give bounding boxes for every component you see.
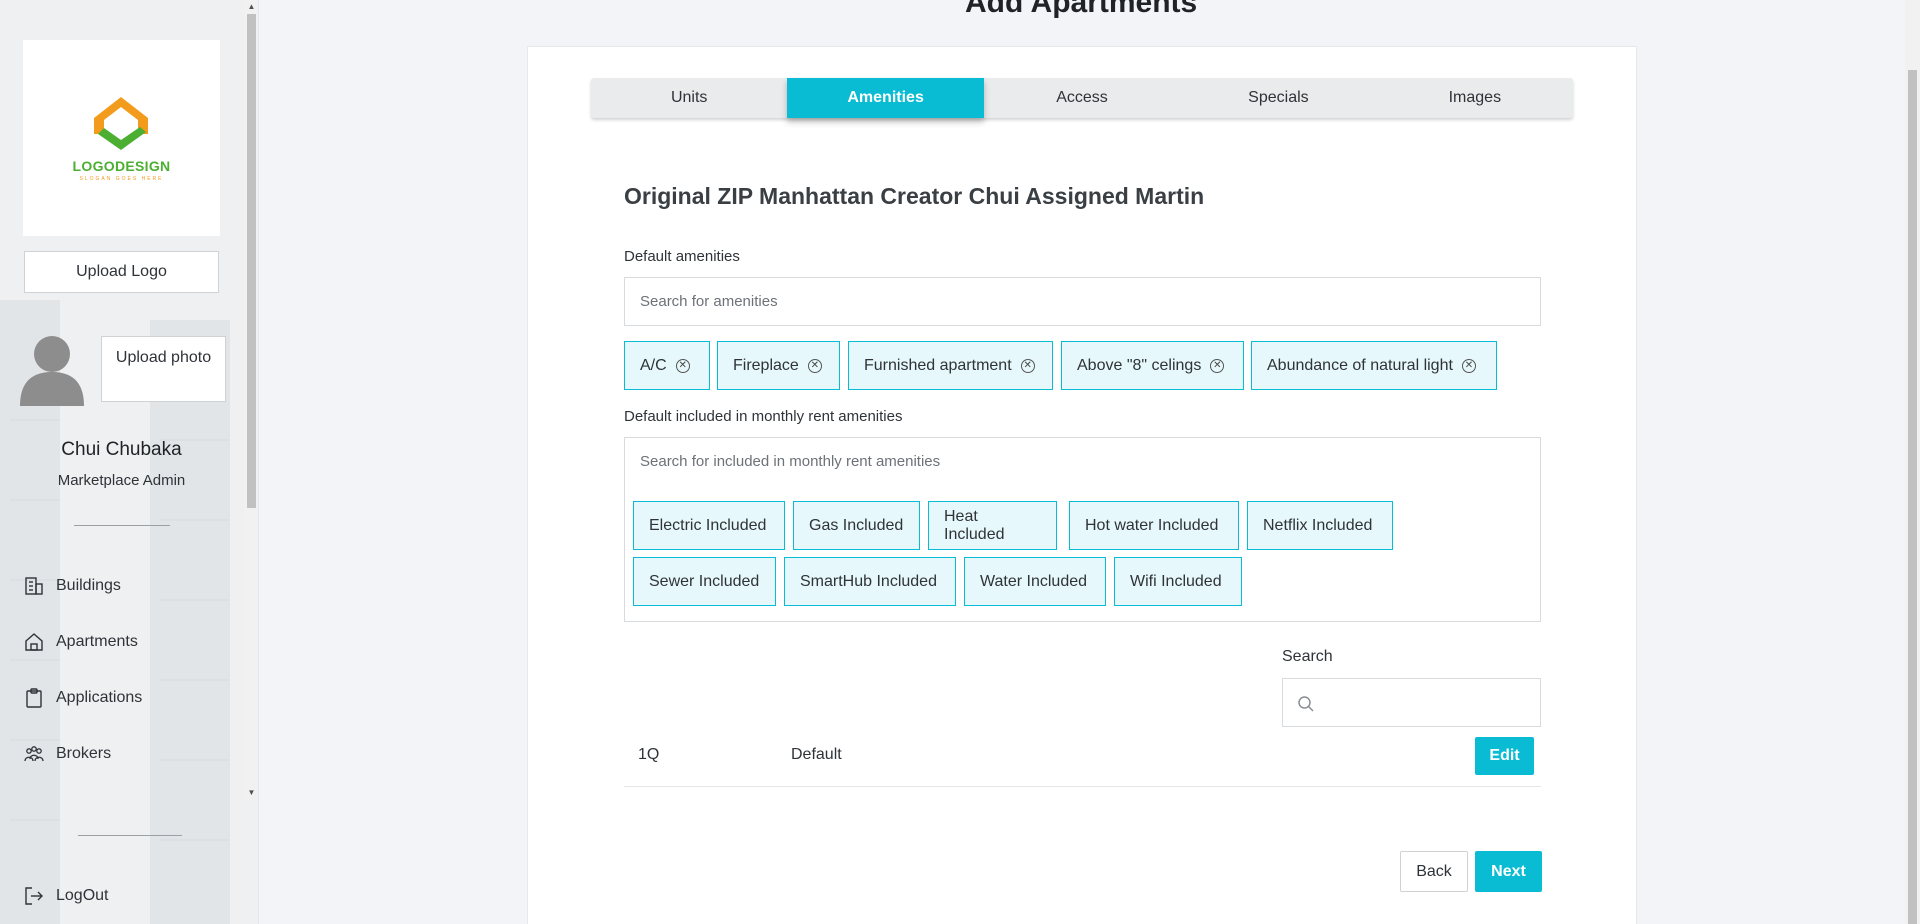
amenity-chip: Fireplace ✕ <box>717 341 840 390</box>
divider <box>78 835 182 836</box>
main-scrollbar[interactable] <box>1905 0 1920 924</box>
type-cell: Default <box>791 746 842 763</box>
logout-label: LogOut <box>56 887 109 904</box>
remove-chip-icon[interactable]: ✕ <box>1461 358 1476 373</box>
nav-label: Applications <box>56 689 143 706</box>
nav-label: Brokers <box>56 745 112 762</box>
scrollbar-thumb[interactable] <box>247 14 256 508</box>
chip-label: Netflix Included <box>1263 516 1373 534</box>
scroll-down-arrow-icon[interactable]: ▼ <box>244 786 258 800</box>
edit-button[interactable]: Edit <box>1475 737 1534 775</box>
remove-chip-icon[interactable]: ✕ <box>807 358 822 373</box>
chip-label: Heat Included <box>944 507 1005 543</box>
tab-access[interactable]: Access <box>984 78 1180 118</box>
chip-label: Gas Included <box>809 516 904 534</box>
logo-box: LOGODESIGN SLOGAN GOES HERE <box>23 40 220 236</box>
chip-label: A/C <box>640 356 667 374</box>
remove-chip-icon[interactable]: ✕ <box>1210 358 1225 373</box>
amenity-chip: Furnished apartment ✕ <box>848 341 1053 390</box>
chip-label: Sewer Included <box>649 572 760 590</box>
home-icon <box>25 633 43 651</box>
scroll-up-arrow-icon[interactable]: ▲ <box>244 0 258 14</box>
tab-specials[interactable]: Specials <box>1180 78 1376 118</box>
divider <box>74 525 170 526</box>
nav-item-brokers[interactable]: Brokers <box>24 740 111 768</box>
included-chip[interactable]: Hot water Included <box>1069 501 1239 550</box>
building-icon <box>25 577 43 595</box>
section-title: Original ZIP Manhattan Creator Chui Assi… <box>624 183 1205 209</box>
page-title: Add Apartments <box>965 0 1198 19</box>
included-amenities-search-input[interactable]: Search for included in monthly rent amen… <box>624 437 1541 486</box>
amenity-chip: Above "8" celings ✕ <box>1061 341 1244 390</box>
sidebar: LOGODESIGN SLOGAN GOES HERE Upload Logo … <box>0 0 259 924</box>
included-chip[interactable]: Sewer Included <box>633 557 776 606</box>
remove-chip-icon[interactable]: ✕ <box>1020 358 1035 373</box>
included-chip[interactable]: SmartHub Included <box>784 557 956 606</box>
upload-photo-button[interactable]: Upload photo <box>101 336 226 402</box>
clipboard-icon <box>26 688 42 708</box>
included-chip[interactable]: Electric Included <box>633 501 785 550</box>
upload-logo-button[interactable]: Upload Logo <box>24 251 219 293</box>
included-amenities-label: Default included in monthly rent ameniti… <box>624 408 903 425</box>
chip-label: Above "8" celings <box>1077 356 1202 374</box>
amenity-chip: Abundance of natural light ✕ <box>1251 341 1497 390</box>
chip-label: Wifi Included <box>1130 572 1222 590</box>
tab-bar: Units Amenities Access Specials Images <box>591 78 1573 118</box>
logout-button[interactable]: LogOut <box>24 882 108 910</box>
logo-slogan: SLOGAN GOES HERE <box>79 176 164 182</box>
chip-label: Furnished apartment <box>864 356 1012 374</box>
tab-amenities[interactable]: Amenities <box>787 78 984 118</box>
avatar <box>20 336 84 406</box>
search-input[interactable] <box>1282 678 1541 727</box>
nav-label: Buildings <box>56 577 121 594</box>
search-icon <box>1298 696 1314 712</box>
nav-label: Apartments <box>56 633 138 650</box>
chip-label: SmartHub Included <box>800 572 937 590</box>
nav-item-applications[interactable]: Applications <box>24 684 142 712</box>
amenity-chip: A/C ✕ <box>624 341 710 390</box>
chip-label: Water Included <box>980 572 1088 590</box>
back-button[interactable]: Back <box>1400 851 1468 892</box>
next-button[interactable]: Next <box>1475 851 1542 892</box>
default-amenities-label: Default amenities <box>624 248 740 265</box>
table-row-divider <box>624 786 1541 787</box>
remove-chip-icon[interactable]: ✕ <box>675 358 690 373</box>
people-icon <box>24 746 44 762</box>
logout-icon <box>25 887 43 905</box>
nav-item-apartments[interactable]: Apartments <box>24 628 138 656</box>
chip-label: Abundance of natural light <box>1267 356 1453 374</box>
logo-text: LOGODESIGN <box>72 158 171 174</box>
included-chip[interactable]: Wifi Included <box>1114 557 1242 606</box>
included-chip[interactable]: Netflix Included <box>1247 501 1393 550</box>
unit-cell: 1Q <box>638 746 660 763</box>
search-label: Search <box>1282 648 1333 665</box>
tab-images[interactable]: Images <box>1377 78 1573 118</box>
user-name: Chui Chubaka <box>61 439 182 460</box>
scrollbar-thumb[interactable] <box>1908 70 1917 924</box>
amenities-search-input[interactable]: Search for amenities <box>624 277 1541 326</box>
chip-label: Fireplace <box>733 356 799 374</box>
house-logo-icon <box>94 97 148 150</box>
tab-units[interactable]: Units <box>591 78 787 118</box>
sidebar-scrollbar[interactable]: ▲ ▼ <box>244 0 258 800</box>
user-role: Marketplace Admin <box>57 472 186 489</box>
chip-label: Electric Included <box>649 516 767 534</box>
nav-item-buildings[interactable]: Buildings <box>24 572 121 600</box>
included-chip[interactable]: Heat Included <box>928 501 1057 550</box>
included-chip[interactable]: Gas Included <box>793 501 920 550</box>
chip-label: Hot water Included <box>1085 516 1219 534</box>
included-chip[interactable]: Water Included <box>964 557 1106 606</box>
